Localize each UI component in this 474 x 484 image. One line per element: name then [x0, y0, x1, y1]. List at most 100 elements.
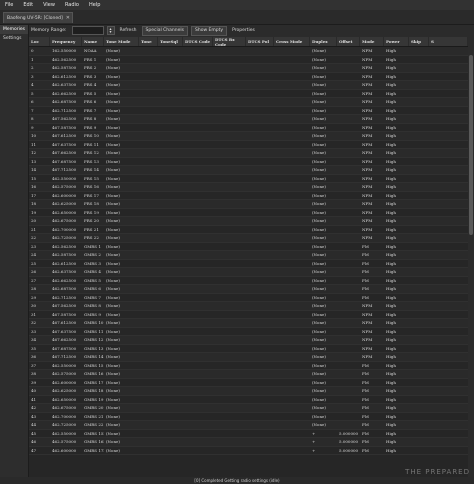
table-cell[interactable] [213, 47, 246, 55]
table-cell[interactable] [213, 166, 246, 174]
table-cell[interactable]: FRS 16 [82, 183, 104, 191]
show-empty-toggle[interactable]: Show Empty [190, 25, 228, 36]
table-cell[interactable] [213, 294, 246, 302]
table-row[interactable]: 16 462.575000 FRS 16 (None) (None) NFM High [29, 183, 468, 192]
table-cell[interactable]: High [384, 328, 409, 336]
column-header[interactable]: Power [384, 37, 409, 46]
table-cell[interactable]: 40 [29, 387, 50, 395]
table-cell[interactable] [158, 73, 183, 81]
table-cell[interactable] [429, 192, 468, 200]
table-cell[interactable] [139, 158, 158, 166]
table-cell[interactable]: 21 [29, 226, 50, 234]
table-cell[interactable]: GMRS 16R [82, 438, 104, 446]
table-row[interactable]: 43 462.700000 GMRS 21 (None) (None) FM High [29, 413, 468, 421]
table-cell[interactable] [158, 56, 183, 64]
table-cell[interactable] [337, 336, 360, 344]
table-cell[interactable]: (None) [104, 141, 139, 149]
table-cell[interactable]: (None) [104, 149, 139, 157]
table-cell[interactable] [213, 413, 246, 421]
table-cell[interactable]: (None) [310, 90, 337, 98]
table-cell[interactable] [429, 345, 468, 353]
table-cell[interactable]: (None) [104, 345, 139, 353]
table-cell[interactable]: (None) [104, 362, 139, 370]
table-cell[interactable] [139, 251, 158, 259]
table-cell[interactable] [158, 277, 183, 285]
table-cell[interactable]: 28 [29, 285, 50, 293]
table-cell[interactable]: (None) [104, 124, 139, 132]
table-cell[interactable] [337, 302, 360, 310]
column-header[interactable]: DTCS Pol [246, 37, 274, 46]
table-row[interactable]: 38 462.575000 GMRS 16 (None) (None) FM High [29, 370, 468, 379]
table-cell[interactable]: + [310, 438, 337, 446]
column-header[interactable]: Frequency [50, 37, 82, 46]
table-cell[interactable] [409, 277, 429, 285]
table-cell[interactable] [246, 90, 274, 98]
table-cell[interactable] [429, 285, 468, 293]
table-cell[interactable]: FM [360, 396, 384, 404]
table-cell[interactable]: NFM [360, 328, 384, 336]
table-row[interactable]: 6 462.687500 FRS 6 (None) (None) NFM High [29, 98, 468, 107]
table-cell[interactable] [409, 251, 429, 259]
table-cell[interactable] [158, 47, 183, 55]
table-cell[interactable]: (None) [310, 379, 337, 387]
table-cell[interactable] [409, 166, 429, 174]
table-cell[interactable] [429, 115, 468, 123]
table-cell[interactable]: (None) [310, 200, 337, 208]
table-cell[interactable]: High [384, 226, 409, 234]
column-header[interactable]: DTCS Rx Code [213, 37, 246, 47]
table-cell[interactable] [183, 200, 213, 208]
table-cell[interactable] [183, 73, 213, 81]
table-cell[interactable] [183, 336, 213, 344]
table-cell[interactable] [139, 192, 158, 200]
table-cell[interactable] [158, 98, 183, 106]
column-header[interactable]: Tone [139, 37, 158, 46]
table-cell[interactable] [139, 73, 158, 81]
table-cell[interactable] [429, 404, 468, 412]
table-cell[interactable]: (None) [310, 226, 337, 234]
table-cell[interactable]: 3 [29, 73, 50, 81]
table-cell[interactable] [246, 141, 274, 149]
table-cell[interactable]: 467.662500 [50, 149, 82, 157]
table-cell[interactable]: 162.550000 [50, 47, 82, 55]
table-cell[interactable] [183, 64, 213, 72]
table-cell[interactable]: (None) [310, 260, 337, 268]
table-cell[interactable] [139, 345, 158, 353]
table-cell[interactable] [274, 404, 310, 412]
table-cell[interactable]: 10 [29, 132, 50, 140]
table-cell[interactable] [429, 81, 468, 89]
table-cell[interactable] [158, 81, 183, 89]
table-cell[interactable] [246, 438, 274, 446]
table-cell[interactable] [183, 328, 213, 336]
table-row[interactable]: 36 467.712500 GMRS 14 (None) (None) NFM High [29, 353, 468, 362]
table-cell[interactable] [213, 98, 246, 106]
table-cell[interactable] [274, 430, 310, 438]
table-cell[interactable]: GMRS 18 [82, 387, 104, 395]
table-cell[interactable] [158, 345, 183, 353]
table-cell[interactable] [337, 132, 360, 140]
table-cell[interactable]: 467.687500 [50, 158, 82, 166]
table-cell[interactable] [246, 311, 274, 319]
table-cell[interactable]: (None) [310, 277, 337, 285]
table-row[interactable]: 19 462.650000 FRS 19 (None) (None) NFM High [29, 209, 468, 217]
table-cell[interactable]: (None) [310, 302, 337, 310]
table-cell[interactable] [183, 302, 213, 310]
table-cell[interactable]: 23 [29, 243, 50, 251]
table-cell[interactable] [429, 200, 468, 208]
table-cell[interactable] [337, 260, 360, 268]
table-cell[interactable] [429, 47, 468, 55]
table-cell[interactable] [246, 345, 274, 353]
table-cell[interactable]: 22 [29, 234, 50, 242]
table-cell[interactable] [337, 311, 360, 319]
table-cell[interactable] [409, 132, 429, 140]
table-cell[interactable] [158, 115, 183, 123]
column-header[interactable]: Offset [337, 37, 360, 46]
table-cell[interactable]: NFM [360, 175, 384, 183]
table-cell[interactable]: FRS 11 [82, 141, 104, 149]
tab-memories[interactable]: Memories [0, 25, 28, 34]
table-cell[interactable] [337, 251, 360, 259]
table-cell[interactable] [409, 217, 429, 225]
table-cell[interactable]: GMRS 17R [82, 447, 104, 455]
table-cell[interactable] [139, 107, 158, 115]
table-cell[interactable] [213, 404, 246, 412]
table-cell[interactable] [429, 90, 468, 98]
